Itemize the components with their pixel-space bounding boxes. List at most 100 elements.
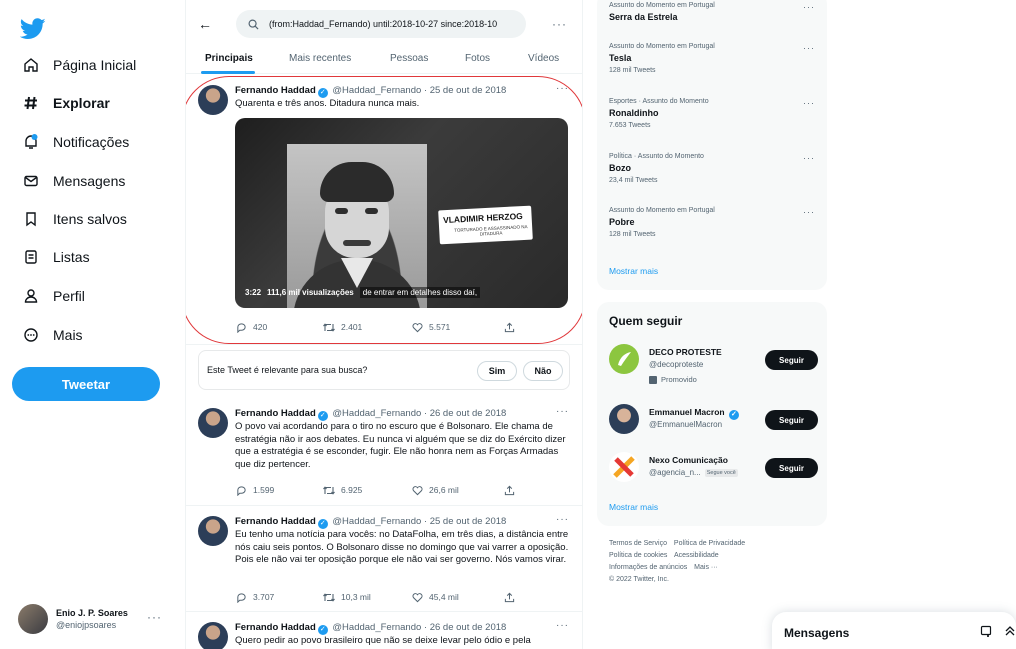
relevance-no-button[interactable]: Não — [523, 361, 563, 381]
tweet-card[interactable]: Fernando Haddad ✓ @Haddad_Fernando · 25 d… — [186, 75, 582, 345]
tab-latest[interactable]: Mais recentes — [289, 53, 351, 64]
trend-item[interactable]: Esportes · Assunto do Momento Ronaldinho… — [609, 98, 819, 129]
retweet-button[interactable]: 2.401 — [323, 321, 362, 333]
reply-button[interactable]: 1.599 — [235, 484, 274, 496]
twitter-logo-icon[interactable] — [20, 18, 46, 40]
bookmark-icon — [20, 208, 42, 230]
more-dots-icon[interactable]: ··· — [556, 406, 569, 417]
footer-link-accessibility[interactable]: Acessibilidade — [674, 552, 719, 559]
nav-label: Página Inicial — [53, 57, 137, 73]
avatar[interactable] — [198, 85, 228, 115]
share-button[interactable] — [503, 484, 521, 496]
trend-item[interactable]: Assunto do Momento em Portugal Tesla 128… — [609, 43, 819, 74]
search-relevance-prompt: Este Tweet é relevante para sua busca? S… — [198, 350, 570, 390]
footer-link-cookies[interactable]: Política de cookies — [609, 552, 667, 559]
retweet-button[interactable]: 6.925 — [323, 484, 362, 496]
tweet-card[interactable]: Fernando Haddad ✓ @Haddad_Fernando · 26 d… — [186, 612, 582, 649]
nav-more[interactable]: Mais — [20, 322, 83, 348]
back-arrow-icon[interactable]: ← — [198, 16, 212, 32]
search-input[interactable] — [269, 19, 519, 29]
more-dots-icon[interactable]: ··· — [556, 83, 569, 94]
nav-home[interactable]: Página Inicial — [20, 52, 136, 78]
video-subtitle-text: de entrar em detalhes disso daí, — [359, 287, 481, 298]
tab-top[interactable]: Principais — [205, 53, 253, 64]
tab-videos[interactable]: Vídeos — [528, 53, 559, 64]
more-dots-icon[interactable]: ··· — [803, 153, 815, 163]
nav-messages[interactable]: Mensagens — [20, 168, 125, 194]
like-button[interactable]: 5.571 — [411, 321, 450, 333]
home-icon — [20, 54, 42, 76]
follow-account-name[interactable]: Nexo Comunicação — [649, 455, 728, 465]
follow-account-name[interactable]: DECO PROTESTE — [649, 347, 722, 357]
more-dots-icon[interactable]: ··· — [803, 98, 815, 108]
nav-notifications[interactable]: Notificações — [20, 129, 129, 155]
tweet-author-name[interactable]: Fernando Haddad — [235, 408, 316, 419]
reply-button[interactable]: 420 — [235, 321, 267, 333]
new-message-icon[interactable] — [980, 624, 994, 638]
avatar[interactable] — [198, 408, 228, 438]
tweet-author-name[interactable]: Fernando Haddad — [235, 516, 316, 527]
promoted-text: Promovido — [661, 375, 697, 384]
trend-item[interactable]: Política · Assunto do Momento Bozo 23,4 … — [609, 153, 819, 184]
trends-show-more-link[interactable]: Mostrar mais — [609, 266, 658, 276]
tweet-author-name[interactable]: Fernando Haddad — [235, 85, 316, 96]
tab-people[interactable]: Pessoas — [390, 53, 428, 64]
tweet-text: O povo vai acordando para o tiro no escu… — [235, 421, 566, 470]
chevron-up-icon[interactable] — [1004, 624, 1016, 638]
more-dots-icon[interactable]: ··· — [803, 43, 815, 53]
follow-button[interactable]: Seguir — [765, 458, 818, 478]
tweet-author-name[interactable]: Fernando Haddad — [235, 622, 316, 633]
avatar[interactable] — [198, 516, 228, 546]
avatar[interactable] — [609, 452, 639, 482]
nav-explore[interactable]: Explorar — [20, 90, 110, 116]
reply-button[interactable]: 3.707 — [235, 591, 274, 603]
follow-account-name[interactable]: Emmanuel Macron ✓ — [649, 407, 741, 420]
follow-show-more-link[interactable]: Mostrar mais — [609, 502, 658, 512]
follow-suggestion[interactable]: Emmanuel Macron ✓ @EmmanuelMacron Seguir — [609, 404, 819, 444]
more-dots-icon[interactable]: ··· — [556, 514, 569, 525]
who-to-follow-panel: Quem seguir DECO PROTESTE @decoproteste … — [597, 302, 827, 526]
search-box[interactable] — [236, 10, 526, 38]
footer-link-ads-info[interactable]: Informações de anúncios — [609, 564, 687, 571]
avatar[interactable] — [609, 404, 639, 434]
share-button[interactable] — [503, 321, 521, 333]
follow-button[interactable]: Seguir — [765, 350, 818, 370]
tab-photos[interactable]: Fotos — [465, 53, 490, 64]
like-count: 45,4 mil — [429, 592, 459, 602]
video-views: 111,6 mil visualizações — [267, 288, 354, 297]
messages-drawer[interactable]: Mensagens — [772, 612, 1016, 649]
tweet-text: Quero pedir ao povo brasileiro que não s… — [235, 635, 531, 646]
relevance-yes-button[interactable]: Sim — [477, 361, 517, 381]
follow-button[interactable]: Seguir — [765, 410, 818, 430]
trend-item[interactable]: Assunto do Momento em Portugal Serra da … — [609, 2, 819, 22]
reply-count: 3.707 — [253, 592, 275, 602]
relevance-question: Este Tweet é relevante para sua busca? — [207, 365, 368, 375]
more-dots-icon[interactable]: ··· — [552, 17, 567, 31]
tweet-button[interactable]: Tweetar — [12, 367, 160, 401]
footer-link-more[interactable]: Mais ··· — [694, 564, 718, 571]
follow-suggestion[interactable]: Nexo Comunicação @agencia_n... Segue você… — [609, 452, 819, 492]
trend-count: 128 mil Tweets — [609, 67, 656, 74]
reply-count: 420 — [253, 322, 268, 332]
account-switcher[interactable]: Enio J. P. Soares @eniojpsoares ··· — [18, 602, 168, 636]
footer-link-privacy[interactable]: Política de Privacidade — [674, 540, 745, 547]
retweet-button[interactable]: 10,3 mil — [323, 591, 371, 603]
like-button[interactable]: 26,6 mil — [411, 484, 459, 496]
tweet-video[interactable]: VLADIMIR HERZOG TORTURADO E ASSASSINADO … — [235, 118, 568, 308]
trend-item[interactable]: Assunto do Momento em Portugal Pobre 128… — [609, 207, 819, 238]
more-dots-icon[interactable]: ··· — [803, 2, 815, 12]
tweet-card[interactable]: Fernando Haddad ✓ @Haddad_Fernando · 25 d… — [186, 506, 582, 612]
share-button[interactable] — [503, 591, 521, 603]
nav-lists[interactable]: Listas — [20, 244, 90, 270]
footer-links: Termos de Serviço Política de Privacidad… — [609, 538, 809, 586]
tweet-card[interactable]: Fernando Haddad ✓ @Haddad_Fernando · 26 d… — [186, 398, 582, 506]
follow-suggestion[interactable]: DECO PROTESTE @decoproteste Promovido Se… — [609, 344, 819, 384]
avatar[interactable] — [609, 344, 639, 374]
nav-bookmarks[interactable]: Itens salvos — [20, 206, 127, 232]
avatar[interactable] — [198, 622, 228, 649]
footer-link-terms[interactable]: Termos de Serviço — [609, 540, 667, 547]
more-dots-icon[interactable]: ··· — [803, 207, 815, 217]
nav-profile[interactable]: Perfil — [20, 283, 85, 309]
like-button[interactable]: 45,4 mil — [411, 591, 459, 603]
more-dots-icon[interactable]: ··· — [556, 620, 569, 631]
